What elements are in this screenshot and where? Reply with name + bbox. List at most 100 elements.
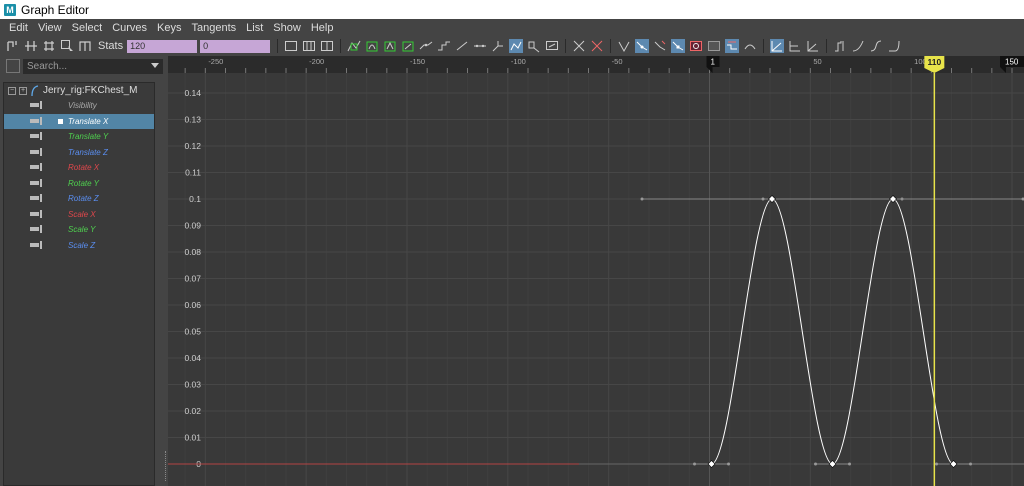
attribute-row[interactable]: Rotate X (4, 160, 154, 176)
time-editor-icon[interactable] (770, 39, 785, 53)
y-tick-label: 0.02 (184, 406, 201, 416)
plateau-tangent-icon[interactable] (455, 39, 469, 53)
ease-in-out-icon[interactable] (869, 39, 883, 53)
toolbar: Stats 120 0 (0, 36, 1024, 56)
free-weight-icon[interactable] (509, 39, 524, 53)
toolbar-divider (340, 39, 342, 53)
tangent-handle-point[interactable] (640, 197, 644, 201)
ease-in-icon[interactable] (833, 39, 847, 53)
y-tick-label: 0.03 (184, 380, 201, 390)
selected-indicator-icon (58, 118, 63, 124)
attribute-row[interactable]: Translate X (4, 113, 154, 129)
denormalize-icon[interactable] (617, 39, 631, 53)
graph-view[interactable]: 0.14 0.13 0.12 0.11 0.1 0.09 0.08 0.07 0.06 0.05 0… (168, 56, 1024, 486)
stacked-curves-icon[interactable] (689, 39, 703, 53)
start-frame-label: 1 (711, 58, 716, 67)
attribute-label: Scale Y (68, 225, 96, 234)
tangent-handle-point[interactable] (935, 462, 939, 466)
lattice-view-icon[interactable] (788, 39, 802, 53)
menu-curves[interactable]: Curves (107, 22, 152, 34)
attribute-row[interactable]: Scale Z (4, 238, 154, 254)
node-label: Jerry_rig:FKChest_M (43, 85, 138, 96)
expand-icon[interactable]: + (19, 86, 27, 95)
attribute-label: Visibility (68, 101, 97, 110)
dope-sheet-icon[interactable] (725, 39, 740, 53)
tangent-handle-point[interactable] (727, 462, 731, 466)
attribute-row[interactable]: Translate Y (4, 129, 154, 145)
filter-icon[interactable] (6, 59, 20, 73)
insert-key-icon[interactable] (24, 39, 38, 53)
normalize-icon[interactable] (590, 39, 604, 53)
panel-splitter[interactable] (165, 451, 167, 481)
graph-background (168, 56, 1024, 486)
clamped-tangent-icon[interactable] (383, 39, 397, 53)
lattice-deform-icon[interactable] (42, 39, 56, 53)
step-tangent-icon[interactable] (437, 39, 451, 53)
attribute-row[interactable]: Scale X (4, 207, 154, 223)
spline-tangent-icon[interactable] (365, 39, 379, 53)
node-row[interactable]: − + Jerry_rig:FKChest_M (4, 83, 154, 98)
auto-tangent-icon[interactable] (347, 39, 361, 53)
attribute-label: Scale Z (68, 240, 96, 250)
attribute-row[interactable]: Visibility (4, 98, 154, 114)
tangent-handle-point[interactable] (814, 462, 818, 466)
menu-keys[interactable]: Keys (152, 22, 186, 34)
pre-infinity-icon[interactable] (635, 39, 650, 53)
tangent-handle-point[interactable] (848, 462, 852, 466)
curve-icon[interactable] (671, 39, 686, 53)
ease-out-icon[interactable] (851, 39, 865, 53)
frame-playback-icon[interactable] (302, 39, 316, 53)
absolute-view-icon[interactable] (707, 39, 721, 53)
center-current-time-icon[interactable] (320, 39, 334, 53)
region-select-icon[interactable] (60, 39, 74, 53)
menu-help[interactable]: Help (306, 22, 339, 34)
break-tangents-icon[interactable] (473, 39, 487, 53)
tangent-handle-point[interactable] (761, 197, 765, 201)
key-icon (30, 147, 42, 156)
search-dropdown-icon[interactable] (151, 63, 159, 68)
menu-list[interactable]: List (241, 22, 268, 34)
end-frame-label: 150 (1005, 58, 1019, 67)
stats-frame-field[interactable]: 120 (127, 39, 198, 53)
swap-buffer-icon[interactable] (572, 39, 586, 53)
x-tick-label: 50 (813, 57, 821, 66)
custom-ease-icon[interactable] (887, 39, 901, 53)
move-key-icon[interactable] (6, 39, 20, 53)
trax-icon[interactable] (743, 39, 757, 53)
key-icon (30, 132, 42, 140)
lock-weight-icon[interactable] (527, 39, 541, 53)
tangent-handle-point[interactable] (969, 462, 973, 466)
collapse-icon[interactable]: − (8, 86, 16, 95)
attribute-row[interactable]: Translate Z (4, 145, 154, 161)
toolbar-divider (826, 39, 828, 53)
retime-icon[interactable] (78, 39, 92, 53)
menu-tangents[interactable]: Tangents (187, 22, 242, 34)
curve-node-icon (31, 84, 39, 96)
menu-select[interactable]: Select (67, 22, 108, 34)
stats-value-field[interactable]: 0 (200, 39, 271, 53)
time-ruler[interactable] (168, 56, 1024, 73)
search-row: Search... (0, 56, 168, 76)
attribute-row[interactable]: Scale Y (4, 222, 154, 238)
post-infinity-icon[interactable] (653, 39, 667, 53)
flat-tangent-icon[interactable] (419, 39, 433, 53)
frame-all-icon[interactable] (284, 39, 298, 53)
key-icon (30, 116, 42, 125)
graph-canvas[interactable]: 0.14 0.13 0.12 0.11 0.1 0.09 0.08 0.07 0.06 0.05 0… (168, 56, 1024, 486)
linear-tangent-icon[interactable] (401, 39, 415, 53)
toolbar-divider (763, 39, 765, 53)
x-tick-label: -250 (208, 57, 223, 66)
x-tick-label: -100 (511, 57, 526, 66)
unify-tangents-icon[interactable] (491, 39, 505, 53)
relative-view-icon[interactable] (806, 39, 820, 53)
toolbar-divider (277, 39, 279, 53)
menu-view[interactable]: View (33, 22, 67, 34)
key-icon (30, 101, 42, 109)
menu-edit[interactable]: Edit (4, 22, 33, 34)
tangent-handle-point[interactable] (693, 462, 697, 466)
buffer-curve-icon[interactable] (545, 39, 559, 53)
attribute-row[interactable]: Rotate Y (4, 176, 154, 192)
search-input[interactable]: Search... (23, 59, 163, 74)
attribute-row[interactable]: Rotate Z (4, 191, 154, 207)
menu-show[interactable]: Show (268, 22, 306, 34)
